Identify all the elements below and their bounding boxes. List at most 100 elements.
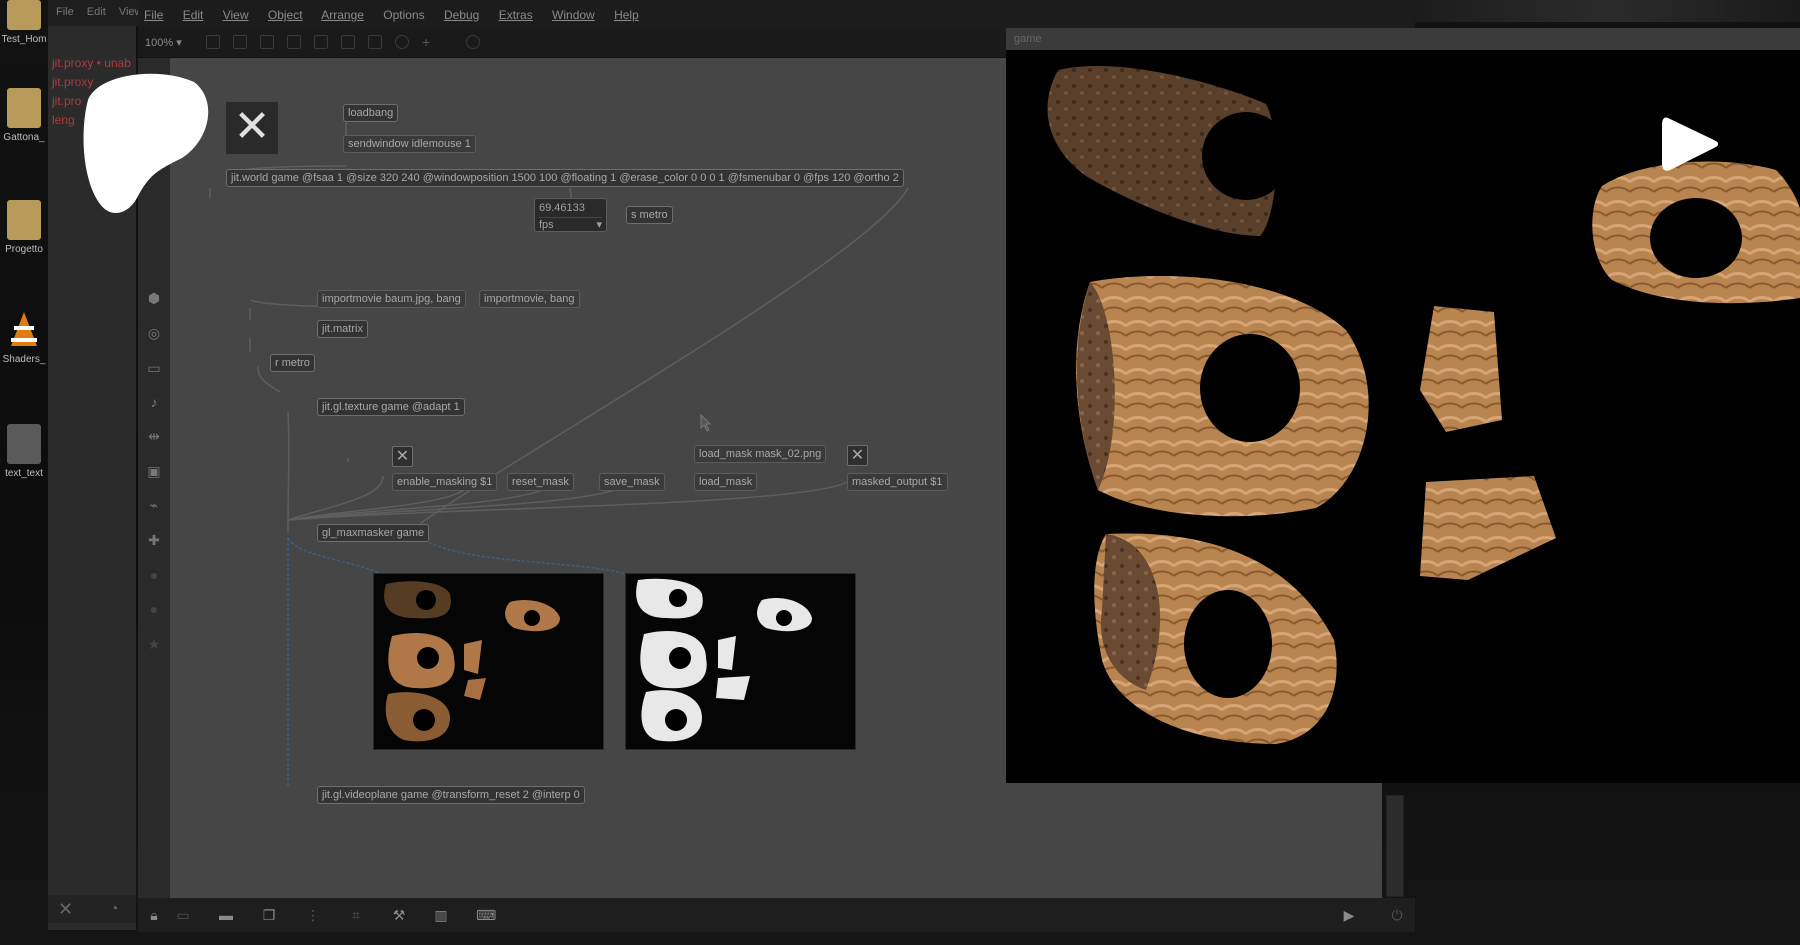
menu-label: Extras: [498, 8, 533, 22]
console-menu-edit[interactable]: Edit: [87, 6, 106, 18]
menu-label: Help: [614, 8, 639, 22]
toolbar-icon[interactable]: [466, 35, 480, 49]
menu-options[interactable]: Options: [383, 8, 424, 22]
toolbar-icon[interactable]: [287, 35, 301, 49]
texture-preview-pwindow[interactable]: [373, 573, 604, 750]
console-error-line[interactable]: jit.pro: [52, 94, 81, 108]
masked-output-message[interactable]: masked_output $1: [847, 473, 948, 491]
menu-help[interactable]: Help: [614, 8, 639, 22]
desktop-icon-label: Shaders_: [2, 354, 46, 365]
console-menu-file[interactable]: File: [56, 6, 74, 18]
resize-icon[interactable]: ⇹: [146, 428, 162, 444]
toolbar-icon[interactable]: [395, 35, 409, 49]
target-icon[interactable]: ◎: [146, 325, 162, 341]
toolbar-icon[interactable]: [206, 35, 220, 49]
toolbar-icon[interactable]: [233, 35, 247, 49]
audio-play-icon[interactable]: ▶: [1340, 906, 1358, 924]
menu-extras[interactable]: Extras: [499, 8, 533, 22]
plus-icon[interactable]: +: [422, 35, 436, 49]
file-icon: [7, 424, 41, 464]
sendwindow-message[interactable]: sendwindow idlemouse 1: [343, 135, 476, 153]
toolbar-icon[interactable]: [314, 35, 328, 49]
mouse-cursor-icon: [700, 413, 712, 437]
close-icon[interactable]: ✕: [226, 102, 278, 154]
folder-icon: [7, 88, 41, 128]
importmovie-baum-message[interactable]: importmovie baum.jpg, bang: [317, 290, 466, 308]
menu-arrange[interactable]: Arrange: [321, 8, 364, 22]
comment-icon[interactable]: ▬: [217, 906, 235, 924]
desktop-icon-test-hom[interactable]: Test_Hom: [0, 0, 48, 45]
window-icon[interactable]: ▭: [146, 360, 162, 376]
mask-preview-pwindow[interactable]: [625, 573, 856, 750]
music-note-icon[interactable]: ♪: [146, 394, 162, 410]
jit-world-object[interactable]: jit.world game @fsaa 1 @size 320 240 @wi…: [226, 169, 904, 187]
game-window-titlebar[interactable]: game: [1006, 28, 1800, 50]
image-icon[interactable]: ▣: [146, 463, 162, 479]
lock-icon[interactable]: 🔒︎: [145, 906, 163, 924]
puzzle-icon[interactable]: ✚: [146, 532, 162, 548]
enable-masking-toggle[interactable]: ✕: [392, 446, 413, 467]
fps-number-box[interactable]: 69.46133 fps ▾: [534, 198, 607, 232]
console-menu-view[interactable]: View: [119, 6, 138, 18]
enable-masking-message[interactable]: enable_masking $1: [392, 473, 498, 491]
jit-gl-videoplane-object[interactable]: jit.gl.videoplane game @transform_reset …: [317, 786, 585, 804]
clear-console-icon[interactable]: ✕: [58, 899, 73, 920]
zoom-dropdown[interactable]: 100% ▾: [145, 36, 182, 49]
texture-preview-image: [384, 581, 560, 742]
cube-icon[interactable]: ⬢: [146, 290, 162, 306]
console-error-line[interactable]: leng: [52, 113, 75, 127]
grid-icon[interactable]: ⋮: [304, 906, 322, 924]
toolbar-icon[interactable]: [260, 35, 274, 49]
desktop-icon-label: text_text: [5, 468, 43, 479]
logo-icon: [78, 70, 212, 223]
layers-icon[interactable]: ❐: [260, 906, 278, 924]
load-mask-file-message[interactable]: load_mask mask_02.png: [694, 445, 827, 463]
menu-object[interactable]: Object: [268, 8, 303, 22]
patcher-menubar: File Edit View Object Arrange Options De…: [138, 0, 1415, 28]
menu-edit[interactable]: Edit: [183, 8, 204, 22]
star-icon[interactable]: ★: [146, 636, 162, 652]
gl-maxmasker-object[interactable]: gl_maxmasker game: [317, 524, 430, 542]
menu-file[interactable]: File: [144, 8, 163, 22]
snap-icon[interactable]: ⌗: [347, 906, 365, 924]
save-mask-message[interactable]: save_mask: [599, 473, 665, 491]
presentation-icon[interactable]: ▭: [174, 906, 192, 924]
circle-icon[interactable]: ●: [146, 601, 162, 617]
debug-icon[interactable]: ▥: [432, 906, 450, 924]
load-mask-message[interactable]: load_mask: [694, 473, 758, 491]
fps-dropdown[interactable]: fps ▾: [539, 217, 602, 232]
dropdown-arrow-icon: ▾: [596, 219, 602, 231]
desktop-icon-gattona[interactable]: Gattona_: [0, 88, 48, 143]
toolbar-icon[interactable]: [341, 35, 355, 49]
menu-label: Debug: [443, 8, 480, 22]
s-metro-object[interactable]: s metro: [626, 206, 673, 224]
loadbang-object[interactable]: loadbang: [343, 104, 399, 122]
menu-debug[interactable]: Debug: [444, 8, 479, 22]
jit-matrix-object[interactable]: jit.matrix: [317, 320, 368, 338]
r-metro-object[interactable]: r metro: [270, 354, 315, 372]
desktop-icon-shaders[interactable]: Shaders_: [0, 310, 48, 365]
menu-label: Edit: [182, 8, 204, 22]
console-settings-icon[interactable]: ◔: [110, 900, 118, 916]
audio-level-meter: [1386, 795, 1404, 897]
paperclip-icon[interactable]: ⌁: [146, 497, 162, 513]
keyboard-icon[interactable]: ⌨: [476, 906, 496, 924]
reset-mask-message[interactable]: reset_mask: [507, 473, 574, 491]
masked-output-toggle[interactable]: ✕: [847, 445, 868, 466]
importmovie-bang-message[interactable]: importmovie, bang: [479, 290, 580, 308]
audio-power-icon[interactable]: ⏻: [1388, 906, 1406, 924]
circle-icon[interactable]: ●: [146, 567, 162, 583]
toolbar-icon[interactable]: [368, 35, 382, 49]
menu-window[interactable]: Window: [552, 8, 595, 22]
desktop-icon-text-text[interactable]: text_text: [0, 424, 48, 479]
fps-label: fps: [539, 219, 554, 231]
background-window-strip: [1415, 0, 1800, 22]
menu-view[interactable]: View: [223, 8, 249, 22]
play-icon[interactable]: [1662, 114, 1719, 179]
wrench-icon[interactable]: ⚒︎: [390, 906, 408, 924]
menu-label: File: [144, 8, 164, 22]
console-error-line[interactable]: jit.proxy • unab: [52, 56, 131, 70]
menu-label: Arrange: [321, 8, 364, 22]
desktop-icon-progetto[interactable]: Progetto: [0, 200, 48, 255]
jit-gl-texture-object[interactable]: jit.gl.texture game @adapt 1: [317, 398, 465, 416]
